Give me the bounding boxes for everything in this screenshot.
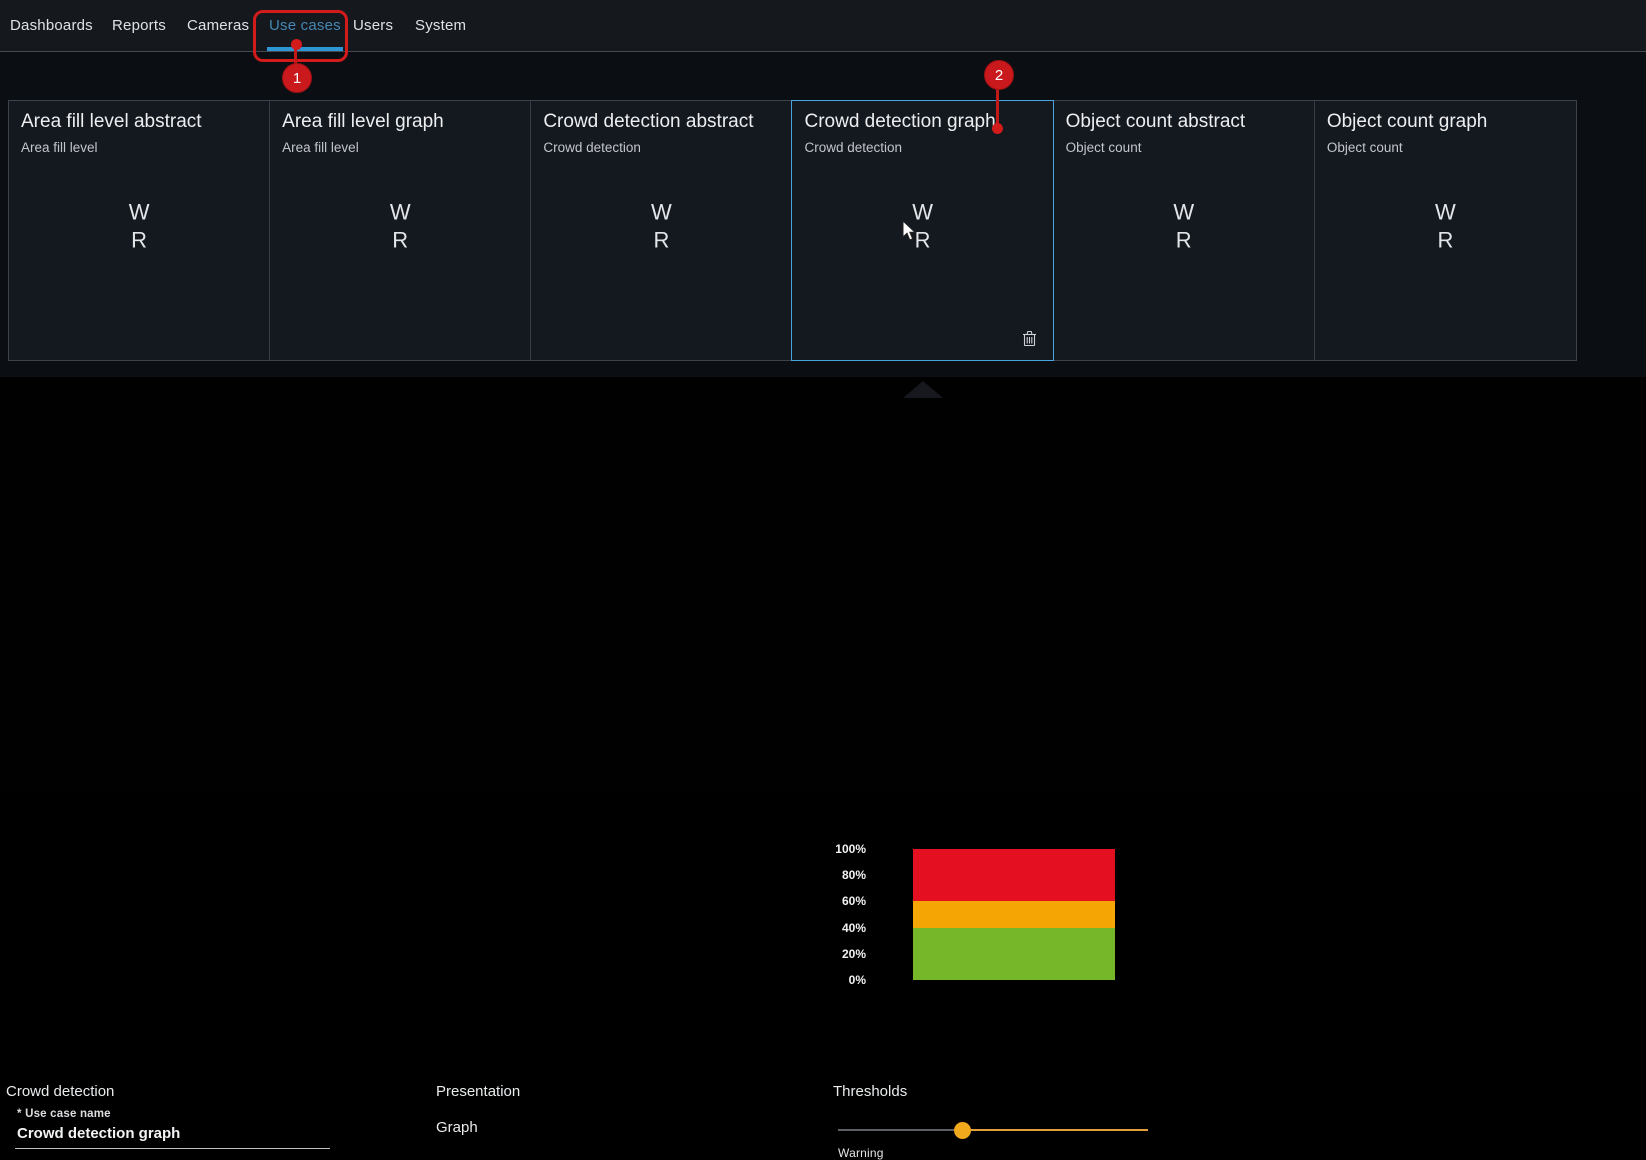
card-watermark-letter: W xyxy=(1173,199,1194,225)
card-subtitle: Crowd detection xyxy=(804,140,1040,155)
nav-tab-reports[interactable]: Reports xyxy=(112,0,166,51)
card-watermark: WR xyxy=(9,199,269,253)
chart-ytick: 40% xyxy=(798,921,866,935)
top-navigation: Dashboards Reports Cameras Use cases Users Sy… xyxy=(0,0,1646,52)
chart-ytick: 100% xyxy=(798,842,866,856)
use-case-name-label: * Use case name xyxy=(17,1108,111,1120)
nav-tab-label: Users xyxy=(353,17,393,34)
presentation-select[interactable]: Graph xyxy=(436,1119,478,1136)
warning-threshold-slider[interactable] xyxy=(838,1121,1148,1139)
card-watermark-letter: W xyxy=(129,199,150,225)
nav-tab-system[interactable]: System xyxy=(415,0,466,51)
detail-panel-pointer xyxy=(903,381,943,398)
card-title: Object count abstract xyxy=(1066,109,1302,135)
step1-badge: 1 xyxy=(282,63,312,93)
ok-zone xyxy=(913,928,1115,980)
card-watermark-letter: W xyxy=(912,199,933,225)
card-title: Area fill level graph xyxy=(282,109,518,135)
card-watermark-letter: R xyxy=(392,227,408,253)
warning-zone xyxy=(913,901,1115,927)
card-title: Object count graph xyxy=(1327,109,1564,135)
use-case-card-area-fill-level-graph[interactable]: Area fill level graph Area fill level WR xyxy=(270,101,531,360)
card-watermark-letter: W xyxy=(1435,199,1456,225)
card-watermark-letter: R xyxy=(131,227,147,253)
card-watermark: WR xyxy=(1054,199,1314,253)
chart-ytick: 80% xyxy=(798,868,866,882)
chart-ytick: 60% xyxy=(798,894,866,908)
card-watermark-letter: W xyxy=(390,199,411,225)
use-case-card-object-count-abstract[interactable]: Object count abstract Object count WR xyxy=(1054,101,1315,360)
use-case-card-area-fill-level-abstract[interactable]: Area fill level abstract Area fill level W… xyxy=(9,101,270,360)
card-subtitle: Object count xyxy=(1327,140,1564,155)
active-tab-underline xyxy=(267,47,343,51)
card-subtitle: Crowd detection xyxy=(543,140,779,155)
use-case-card-crowd-detection-abstract[interactable]: Crowd detection abstract Crowd detection W… xyxy=(531,101,792,360)
card-watermark: WR xyxy=(531,199,791,253)
thresholds-label: Thresholds xyxy=(833,1083,907,1100)
card-title: Area fill level abstract xyxy=(21,109,257,135)
chart-ytick: 20% xyxy=(798,947,866,961)
nav-tab-label: Dashboards xyxy=(10,17,93,34)
card-watermark-letter: R xyxy=(653,227,669,253)
presentation-label: Presentation xyxy=(436,1083,520,1100)
slider-thumb[interactable] xyxy=(954,1122,971,1139)
critical-zone xyxy=(913,849,1115,901)
use-case-card-object-count-graph[interactable]: Object count graph Object count WR xyxy=(1315,101,1576,360)
card-watermark: WR xyxy=(792,199,1052,253)
use-case-detail-panel: 100%80%60%40%20%0% Crowd detection * Use… xyxy=(0,377,1646,794)
card-subtitle: Object count xyxy=(1066,140,1302,155)
card-watermark: WR xyxy=(270,199,530,253)
nav-tab-label: Reports xyxy=(112,17,166,34)
slider-track-filled[interactable] xyxy=(962,1129,1148,1131)
nav-tab-users[interactable]: Users xyxy=(353,0,393,51)
card-watermark-letter: W xyxy=(651,199,672,225)
step2-connector-line xyxy=(996,87,999,127)
step2-badge: 2 xyxy=(984,60,1014,90)
nav-tab-cameras[interactable]: Cameras xyxy=(187,0,249,51)
use-case-name-input[interactable] xyxy=(15,1125,330,1149)
use-case-section-title: Crowd detection xyxy=(6,1083,114,1100)
trash-icon[interactable] xyxy=(1020,328,1039,352)
chart-ytick: 0% xyxy=(798,973,866,987)
step1-anchor-dot xyxy=(291,39,302,50)
card-title: Crowd detection graph xyxy=(804,109,1040,135)
card-subtitle: Area fill level xyxy=(21,140,257,155)
card-subtitle: Area fill level xyxy=(282,140,518,155)
warning-slider-name: Warning xyxy=(838,1146,884,1160)
nav-tab-label: Cameras xyxy=(187,17,249,34)
nav-tab-label: Use cases xyxy=(269,17,341,34)
step2-anchor-dot xyxy=(992,123,1003,134)
slider-track-unfilled[interactable] xyxy=(838,1129,962,1131)
card-watermark-letter: R xyxy=(915,227,931,253)
nav-tab-use-cases[interactable]: Use cases xyxy=(269,0,341,51)
nav-tab-dashboards[interactable]: Dashboards xyxy=(10,0,93,51)
use-case-card-row: Area fill level abstract Area fill level W… xyxy=(8,100,1577,361)
use-case-card-crowd-detection-graph[interactable]: Crowd detection graph Crowd detection WR xyxy=(792,101,1053,360)
nav-tab-label: System xyxy=(415,17,466,34)
card-watermark-letter: R xyxy=(1176,227,1192,253)
threshold-color-band xyxy=(913,849,1115,980)
card-watermark: WR xyxy=(1315,199,1576,253)
card-title: Crowd detection abstract xyxy=(543,109,779,135)
card-watermark-letter: R xyxy=(1437,227,1453,253)
